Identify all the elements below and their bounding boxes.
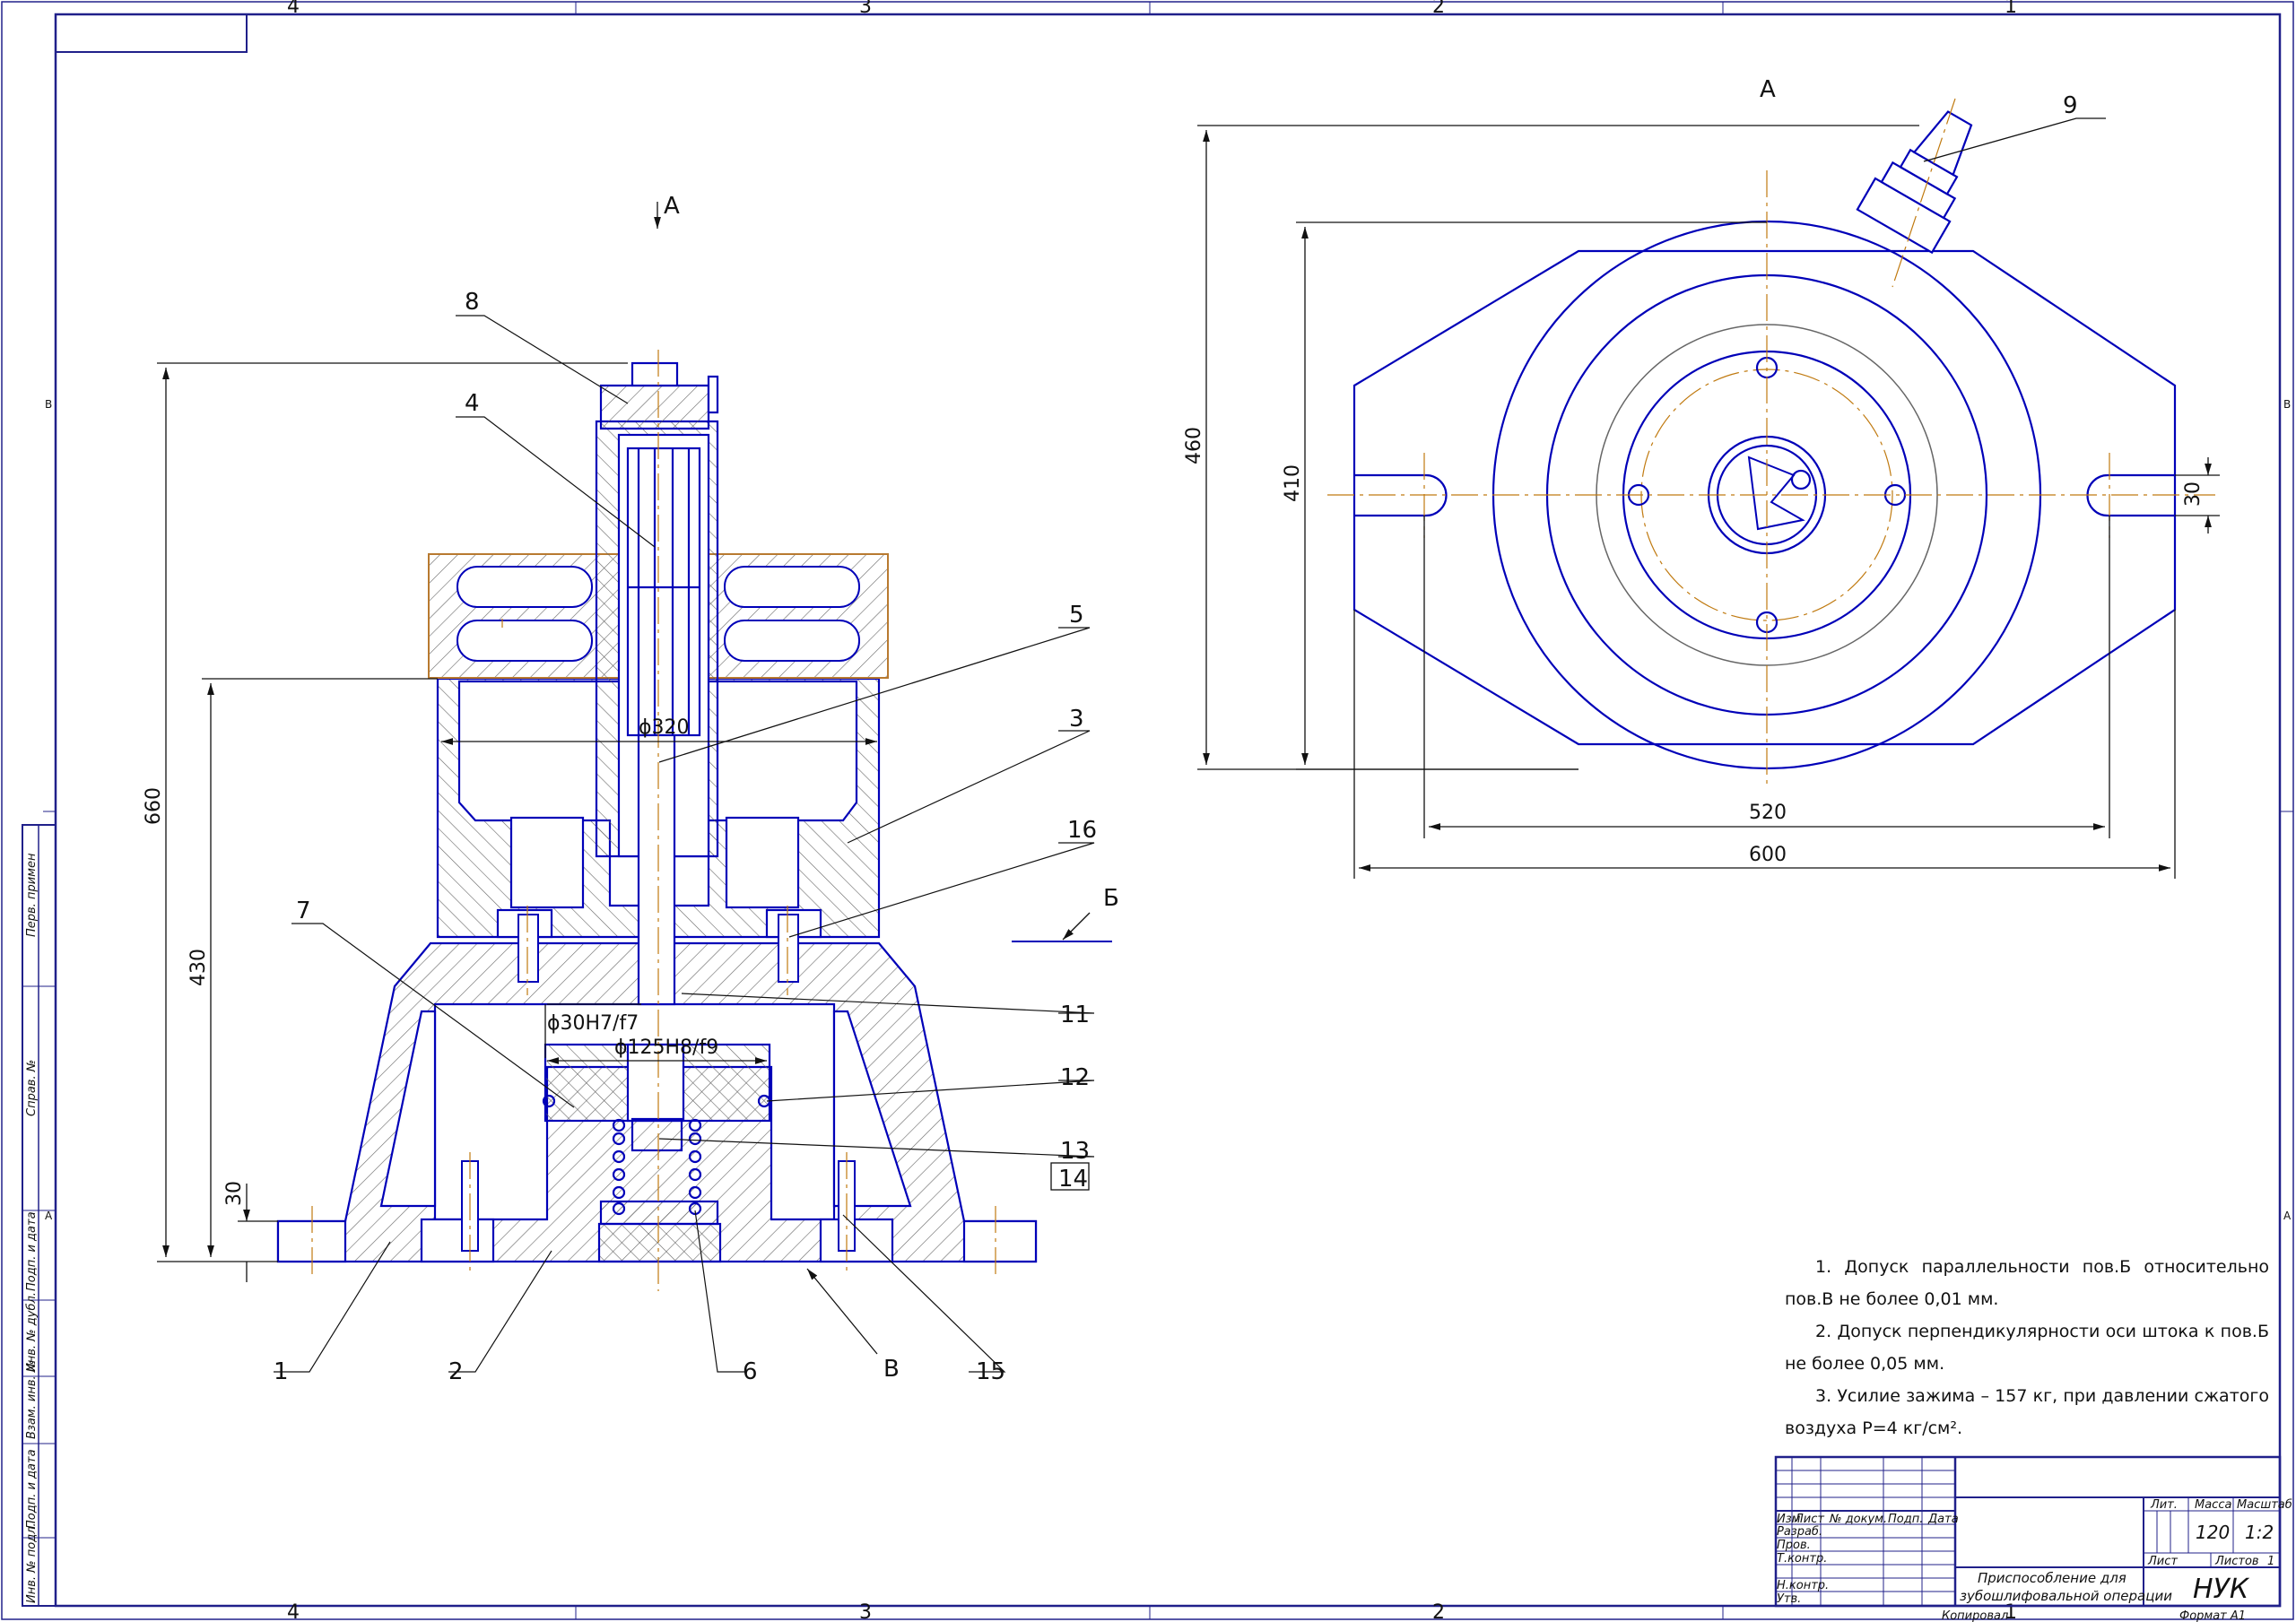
tb-org: НУК — [2193, 1574, 2250, 1605]
zone-bottom-2: 2 — [1432, 1601, 1445, 1622]
zone-bottom-3: 3 — [859, 1601, 872, 1622]
callout-6: 6 — [743, 1358, 758, 1385]
stamp-label-3: Подп. и дата — [25, 1211, 39, 1291]
tb-row-tkontr: Т.контр. — [1777, 1552, 1827, 1566]
tb-col-date: Дата — [1927, 1513, 1959, 1526]
stamp-label-6: Подп. и дата — [25, 1449, 39, 1529]
zone-right-a: A — [2283, 1210, 2292, 1222]
surface-mark-b: Б — [1103, 885, 1119, 912]
tb-row-razrab: Разраб. — [1777, 1525, 1822, 1539]
side-stamp-labels: Перв. примен Справ. № Подп. и дата Инв. … — [25, 853, 39, 1603]
zone-top-1: 1 — [2005, 0, 2017, 18]
zone-left-a: A — [45, 1210, 53, 1222]
dim-430: 430 — [187, 949, 210, 986]
note-3: 3. Усилие зажима – 157 кг, при давлении … — [1785, 1386, 2269, 1438]
stamp-label-2: Справ. № — [25, 1060, 39, 1116]
stamp-label-7: Инв. № подл. — [25, 1522, 39, 1603]
tb-col-doc: № докум. — [1829, 1513, 1887, 1526]
view-mark-a: A — [664, 193, 680, 220]
callout-7: 7 — [296, 898, 311, 924]
callout-16: 16 — [1067, 817, 1097, 844]
zone-right-b: B — [2283, 398, 2291, 411]
callout-3: 3 — [1069, 706, 1084, 733]
callout-2: 2 — [448, 1358, 464, 1385]
tb-sheets: 1 — [2267, 1555, 2274, 1568]
callout-13: 13 — [1060, 1138, 1090, 1165]
dim-460: 460 — [1183, 427, 1205, 464]
callout-11: 11 — [1060, 1002, 1090, 1028]
callout-8: 8 — [465, 289, 480, 316]
note-1: 1. Допуск параллельности пов.Б относител… — [1785, 1257, 2269, 1309]
title-block-text: Изм Лист № докум. Подп. Дата Разраб. Про… — [1777, 1498, 2292, 1622]
stamp-label-1: Перв. примен — [25, 853, 39, 937]
callout-4: 4 — [465, 390, 480, 417]
tb-product-line1: Приспособление для — [1978, 1570, 2126, 1586]
tb-col-sign: Подп. — [1888, 1513, 1923, 1526]
tb-row-utv: Утв. — [1777, 1592, 1801, 1606]
tb-scale-label: Масштаб — [2237, 1498, 2292, 1512]
top-view-text: A 9 460 410 30 520 600 — [1183, 76, 2205, 866]
callout-15: 15 — [976, 1358, 1005, 1385]
callout-12: 12 — [1060, 1064, 1090, 1091]
section-view: 660 430 30 ϕ320 ϕ30H7/f7 ϕ125H8/f9 A Б В… — [143, 193, 1119, 1385]
zone-left-b: B — [45, 398, 52, 411]
top-view-axes — [1327, 98, 2215, 789]
callout-9: 9 — [2063, 92, 2078, 119]
stamp-label-4: Инв. № дубл. — [25, 1292, 39, 1372]
dim-660: 660 — [143, 787, 165, 825]
dim-520: 520 — [1749, 802, 1787, 824]
dim-600: 600 — [1749, 844, 1787, 866]
zone-top-3: 3 — [859, 0, 872, 18]
tb-sheet-label: Лист — [2147, 1555, 2178, 1568]
callout-14: 14 — [1058, 1166, 1088, 1193]
tb-row-prov: Пров. — [1777, 1539, 1811, 1552]
tb-format: Формат А1 — [2179, 1609, 2246, 1622]
note-2: 2. Допуск перпендикулярности оси штока к… — [1785, 1322, 2269, 1374]
tb-lit-label: Лит. — [2150, 1498, 2178, 1512]
top-view: A 9 460 410 30 520 600 — [1183, 76, 2220, 879]
dim-30-slot: 30 — [2182, 481, 2205, 507]
tb-col-list: Лист — [1794, 1513, 1824, 1526]
zone-bottom-4: 4 — [287, 1601, 300, 1622]
dim-30: 30 — [223, 1181, 246, 1206]
dim-d125: ϕ125H8/f9 — [614, 1037, 718, 1059]
top-view-title: A — [1760, 76, 1776, 103]
dim-d320: ϕ320 — [639, 716, 690, 739]
technical-notes: 1. Допуск параллельности пов.Б относител… — [1785, 1251, 2269, 1444]
tb-mass: 120 — [2196, 1522, 2230, 1543]
tb-mass-label: Масса — [2195, 1498, 2231, 1512]
dim-410: 410 — [1282, 464, 1304, 502]
dim-d30: ϕ30H7/f7 — [547, 1012, 639, 1035]
stamp-label-5: Взам. инв. № — [25, 1360, 39, 1439]
tb-sheets-label: Листов — [2214, 1555, 2259, 1568]
air-fitting — [1856, 110, 1973, 255]
callout-1: 1 — [274, 1358, 289, 1385]
callout-5: 5 — [1069, 602, 1084, 629]
tb-product-line2: зубошлифовальной операции — [1960, 1588, 2172, 1604]
tb-copied: Копировал — [1942, 1609, 2008, 1622]
zone-top-4: 4 — [287, 0, 300, 18]
surface-mark-v: В — [883, 1356, 900, 1383]
tb-row-nkontr: Н.контр. — [1777, 1579, 1829, 1592]
tb-scale: 1:2 — [2245, 1522, 2274, 1543]
zone-top-2: 2 — [1432, 0, 1445, 18]
